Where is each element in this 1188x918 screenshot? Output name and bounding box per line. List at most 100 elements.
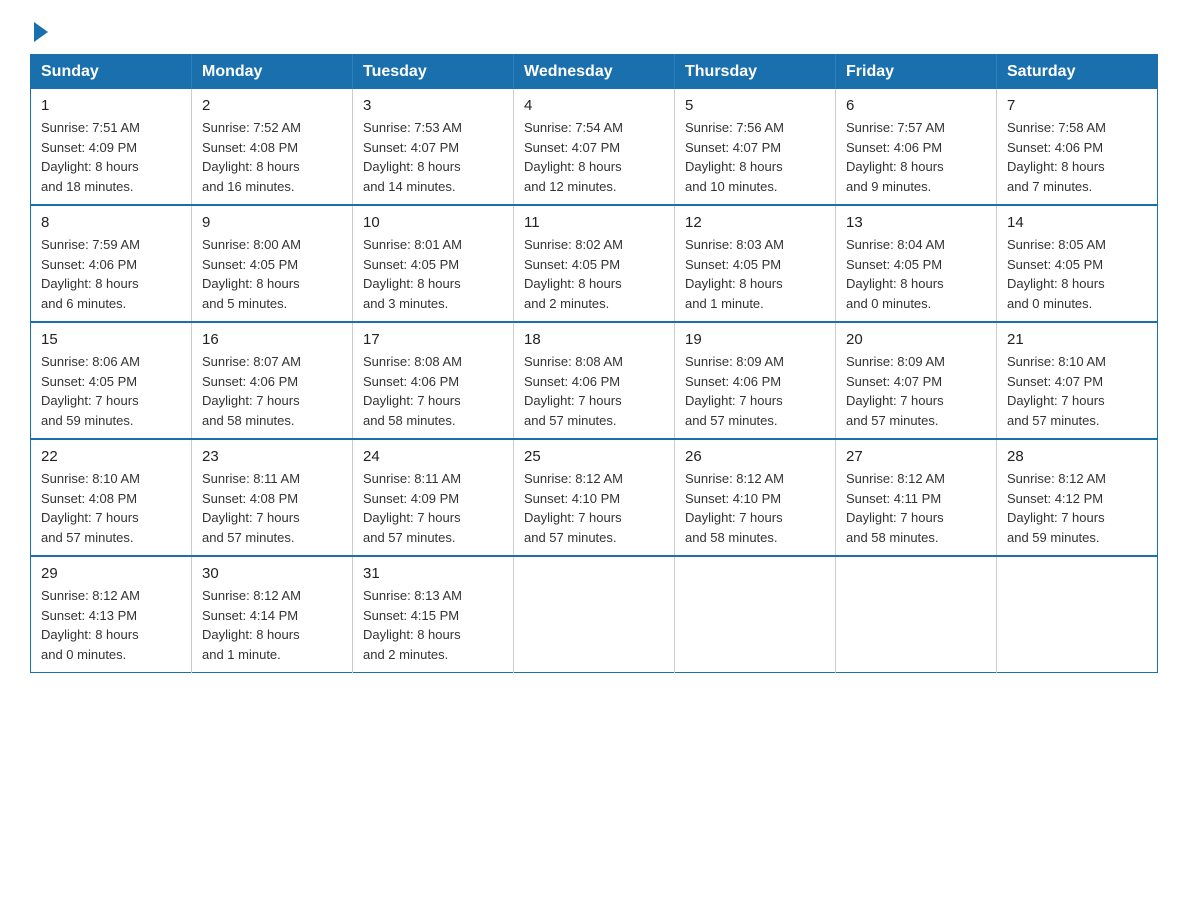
day-number: 7 xyxy=(1007,97,1147,114)
day-number: 28 xyxy=(1007,448,1147,465)
calendar-cell: 7 Sunrise: 7:58 AM Sunset: 4:06 PM Dayli… xyxy=(997,89,1158,205)
daylight-hours: 7 hoursand 57 minutes. xyxy=(524,393,622,428)
calendar-cell xyxy=(836,556,997,673)
daylight-hours: 8 hoursand 6 minutes. xyxy=(41,276,139,311)
daylight-hours: 7 hoursand 57 minutes. xyxy=(363,510,461,545)
weekday-header-saturday: Saturday xyxy=(997,55,1158,90)
daylight-hours: 8 hoursand 0 minutes. xyxy=(1007,276,1105,311)
day-info: Sunrise: 8:08 AM Sunset: 4:06 PM Dayligh… xyxy=(363,352,503,430)
calendar-cell: 27 Sunrise: 8:12 AM Sunset: 4:11 PM Dayl… xyxy=(836,439,997,556)
daylight-hours: 8 hoursand 14 minutes. xyxy=(363,159,461,194)
daylight-hours: 8 hoursand 10 minutes. xyxy=(685,159,783,194)
calendar-cell: 19 Sunrise: 8:09 AM Sunset: 4:06 PM Dayl… xyxy=(675,322,836,439)
day-info: Sunrise: 8:12 AM Sunset: 4:10 PM Dayligh… xyxy=(524,469,664,547)
week-row-3: 15 Sunrise: 8:06 AM Sunset: 4:05 PM Dayl… xyxy=(31,322,1158,439)
day-info: Sunrise: 8:04 AM Sunset: 4:05 PM Dayligh… xyxy=(846,235,986,313)
week-row-4: 22 Sunrise: 8:10 AM Sunset: 4:08 PM Dayl… xyxy=(31,439,1158,556)
calendar-cell: 1 Sunrise: 7:51 AM Sunset: 4:09 PM Dayli… xyxy=(31,89,192,205)
calendar-table: SundayMondayTuesdayWednesdayThursdayFrid… xyxy=(30,54,1158,673)
daylight-hours: 8 hoursand 9 minutes. xyxy=(846,159,944,194)
daylight-hours: 7 hoursand 58 minutes. xyxy=(202,393,300,428)
day-number: 2 xyxy=(202,97,342,114)
daylight-hours: 7 hoursand 57 minutes. xyxy=(846,393,944,428)
day-info: Sunrise: 8:09 AM Sunset: 4:06 PM Dayligh… xyxy=(685,352,825,430)
day-number: 25 xyxy=(524,448,664,465)
weekday-header-tuesday: Tuesday xyxy=(353,55,514,90)
logo-arrow-icon xyxy=(34,22,48,42)
calendar-cell: 5 Sunrise: 7:56 AM Sunset: 4:07 PM Dayli… xyxy=(675,89,836,205)
day-number: 30 xyxy=(202,565,342,582)
calendar-cell: 10 Sunrise: 8:01 AM Sunset: 4:05 PM Dayl… xyxy=(353,205,514,322)
day-number: 6 xyxy=(846,97,986,114)
daylight-hours: 8 hoursand 3 minutes. xyxy=(363,276,461,311)
calendar-cell: 17 Sunrise: 8:08 AM Sunset: 4:06 PM Dayl… xyxy=(353,322,514,439)
weekday-header-wednesday: Wednesday xyxy=(514,55,675,90)
day-number: 19 xyxy=(685,331,825,348)
day-info: Sunrise: 8:12 AM Sunset: 4:10 PM Dayligh… xyxy=(685,469,825,547)
day-number: 21 xyxy=(1007,331,1147,348)
weekday-header-sunday: Sunday xyxy=(31,55,192,90)
weekday-header-friday: Friday xyxy=(836,55,997,90)
daylight-hours: 8 hoursand 2 minutes. xyxy=(363,627,461,662)
calendar-cell: 26 Sunrise: 8:12 AM Sunset: 4:10 PM Dayl… xyxy=(675,439,836,556)
day-number: 12 xyxy=(685,214,825,231)
daylight-hours: 7 hoursand 57 minutes. xyxy=(202,510,300,545)
weekday-header-row: SundayMondayTuesdayWednesdayThursdayFrid… xyxy=(31,55,1158,90)
daylight-hours: 8 hoursand 5 minutes. xyxy=(202,276,300,311)
weekday-header-monday: Monday xyxy=(192,55,353,90)
calendar-cell: 29 Sunrise: 8:12 AM Sunset: 4:13 PM Dayl… xyxy=(31,556,192,673)
daylight-hours: 7 hoursand 57 minutes. xyxy=(41,510,139,545)
day-number: 18 xyxy=(524,331,664,348)
daylight-hours: 8 hoursand 1 minute. xyxy=(202,627,300,662)
day-info: Sunrise: 8:02 AM Sunset: 4:05 PM Dayligh… xyxy=(524,235,664,313)
day-number: 17 xyxy=(363,331,503,348)
daylight-hours: 8 hoursand 12 minutes. xyxy=(524,159,622,194)
day-number: 16 xyxy=(202,331,342,348)
calendar-cell: 12 Sunrise: 8:03 AM Sunset: 4:05 PM Dayl… xyxy=(675,205,836,322)
day-number: 29 xyxy=(41,565,181,582)
weekday-header-thursday: Thursday xyxy=(675,55,836,90)
calendar-cell: 31 Sunrise: 8:13 AM Sunset: 4:15 PM Dayl… xyxy=(353,556,514,673)
day-number: 10 xyxy=(363,214,503,231)
day-number: 13 xyxy=(846,214,986,231)
calendar-cell: 9 Sunrise: 8:00 AM Sunset: 4:05 PM Dayli… xyxy=(192,205,353,322)
calendar-cell: 3 Sunrise: 7:53 AM Sunset: 4:07 PM Dayli… xyxy=(353,89,514,205)
day-number: 15 xyxy=(41,331,181,348)
logo xyxy=(30,20,48,38)
day-info: Sunrise: 7:57 AM Sunset: 4:06 PM Dayligh… xyxy=(846,118,986,196)
calendar-body: 1 Sunrise: 7:51 AM Sunset: 4:09 PM Dayli… xyxy=(31,89,1158,673)
calendar-cell xyxy=(997,556,1158,673)
daylight-hours: 7 hoursand 57 minutes. xyxy=(524,510,622,545)
daylight-hours: 7 hoursand 59 minutes. xyxy=(1007,510,1105,545)
calendar-cell xyxy=(514,556,675,673)
day-info: Sunrise: 8:11 AM Sunset: 4:09 PM Dayligh… xyxy=(363,469,503,547)
day-number: 27 xyxy=(846,448,986,465)
week-row-5: 29 Sunrise: 8:12 AM Sunset: 4:13 PM Dayl… xyxy=(31,556,1158,673)
day-info: Sunrise: 8:10 AM Sunset: 4:08 PM Dayligh… xyxy=(41,469,181,547)
day-number: 5 xyxy=(685,97,825,114)
week-row-2: 8 Sunrise: 7:59 AM Sunset: 4:06 PM Dayli… xyxy=(31,205,1158,322)
day-info: Sunrise: 8:12 AM Sunset: 4:12 PM Dayligh… xyxy=(1007,469,1147,547)
day-info: Sunrise: 8:05 AM Sunset: 4:05 PM Dayligh… xyxy=(1007,235,1147,313)
calendar-cell: 14 Sunrise: 8:05 AM Sunset: 4:05 PM Dayl… xyxy=(997,205,1158,322)
daylight-hours: 8 hoursand 18 minutes. xyxy=(41,159,139,194)
day-info: Sunrise: 8:03 AM Sunset: 4:05 PM Dayligh… xyxy=(685,235,825,313)
calendar-cell: 22 Sunrise: 8:10 AM Sunset: 4:08 PM Dayl… xyxy=(31,439,192,556)
day-info: Sunrise: 8:07 AM Sunset: 4:06 PM Dayligh… xyxy=(202,352,342,430)
week-row-1: 1 Sunrise: 7:51 AM Sunset: 4:09 PM Dayli… xyxy=(31,89,1158,205)
day-info: Sunrise: 8:12 AM Sunset: 4:11 PM Dayligh… xyxy=(846,469,986,547)
calendar-cell: 4 Sunrise: 7:54 AM Sunset: 4:07 PM Dayli… xyxy=(514,89,675,205)
day-number: 11 xyxy=(524,214,664,231)
day-number: 22 xyxy=(41,448,181,465)
daylight-hours: 7 hoursand 57 minutes. xyxy=(1007,393,1105,428)
day-number: 1 xyxy=(41,97,181,114)
day-info: Sunrise: 7:59 AM Sunset: 4:06 PM Dayligh… xyxy=(41,235,181,313)
daylight-hours: 8 hoursand 7 minutes. xyxy=(1007,159,1105,194)
calendar-cell: 28 Sunrise: 8:12 AM Sunset: 4:12 PM Dayl… xyxy=(997,439,1158,556)
day-info: Sunrise: 8:13 AM Sunset: 4:15 PM Dayligh… xyxy=(363,586,503,664)
calendar-cell: 11 Sunrise: 8:02 AM Sunset: 4:05 PM Dayl… xyxy=(514,205,675,322)
daylight-hours: 7 hoursand 58 minutes. xyxy=(363,393,461,428)
daylight-hours: 7 hoursand 58 minutes. xyxy=(846,510,944,545)
day-info: Sunrise: 8:12 AM Sunset: 4:13 PM Dayligh… xyxy=(41,586,181,664)
day-info: Sunrise: 7:56 AM Sunset: 4:07 PM Dayligh… xyxy=(685,118,825,196)
